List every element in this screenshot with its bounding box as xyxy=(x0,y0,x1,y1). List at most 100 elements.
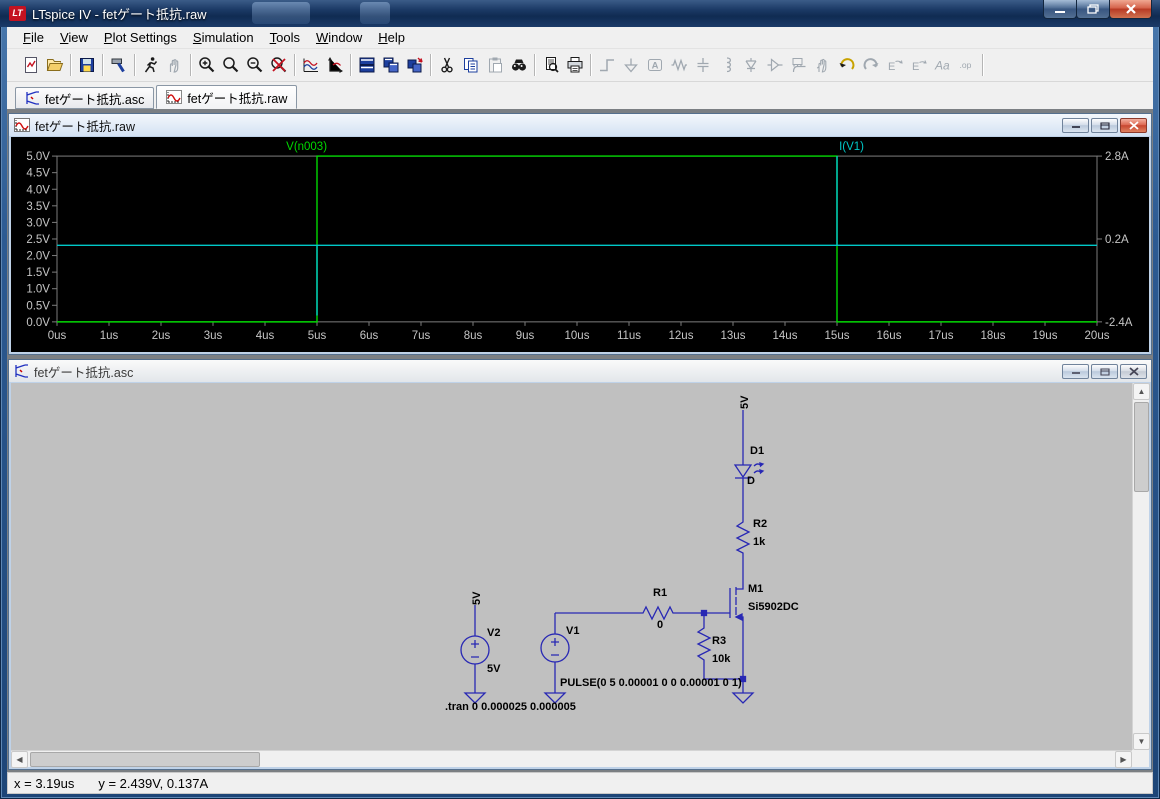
y-left-tick-label: 2.0V xyxy=(26,251,50,263)
text-icon: Aa xyxy=(931,53,955,77)
rail-5v-label[interactable]: 5V xyxy=(739,396,751,409)
waveform-plot-area[interactable]: 0us1us2us3us4us5us6us7us8us9us10us11us12… xyxy=(11,137,1149,352)
sch-restore-button[interactable] xyxy=(1091,364,1118,379)
open-icon[interactable] xyxy=(43,53,67,77)
tran-directive[interactable]: .tran 0 0.000025 0.000005 xyxy=(445,701,576,713)
halt-icon xyxy=(163,53,187,77)
r3-name-label[interactable]: R3 xyxy=(712,635,726,647)
status-bar: x = 3.19us y = 2.439V, 0.137A xyxy=(7,772,1153,794)
r2-name-label[interactable]: R2 xyxy=(753,518,767,530)
tab-schematic[interactable]: fetゲート抵抗.asc xyxy=(15,87,154,109)
x-tick-label: 0us xyxy=(48,330,67,342)
zoom-extents-icon[interactable] xyxy=(219,53,243,77)
d1-name-label[interactable]: D1 xyxy=(750,445,764,457)
vertical-scrollbar[interactable]: ▲ ▼ xyxy=(1132,383,1149,750)
menu-window[interactable]: Window xyxy=(308,28,370,47)
minimize-button[interactable] xyxy=(1043,0,1077,19)
zoom-in-icon[interactable] xyxy=(195,53,219,77)
close-button[interactable] xyxy=(1109,0,1152,19)
waveform-plot[interactable]: 0us1us2us3us4us5us6us7us8us9us10us11us12… xyxy=(11,137,1149,352)
v2-name-label[interactable]: V2 xyxy=(487,627,500,639)
menu-plot-settings[interactable]: Plot Settings xyxy=(96,28,185,47)
print-icon[interactable] xyxy=(563,53,587,77)
control-panel-icon[interactable] xyxy=(107,53,131,77)
run-icon[interactable] xyxy=(139,53,163,77)
horizontal-scrollbar[interactable]: ◀ ▶ xyxy=(11,750,1132,767)
y-left-tick-label: 5.0V xyxy=(26,151,50,163)
v1-name-label[interactable]: V1 xyxy=(566,625,579,637)
waveform-window-title: fetゲート抵抗.raw xyxy=(35,116,135,135)
x-tick-label: 1us xyxy=(100,330,119,342)
sch-minimize-button[interactable] xyxy=(1062,364,1089,379)
tab-waveform[interactable]: fetゲート抵抗.raw xyxy=(156,85,297,109)
wave-restore-button[interactable] xyxy=(1091,118,1118,133)
y-left-tick-label: 4.5V xyxy=(26,168,50,180)
schematic-window-titlebar[interactable]: fetゲート抵抗.asc xyxy=(9,360,1151,382)
trace-name-label[interactable]: I(V1) xyxy=(839,141,864,153)
schematic-canvas[interactable]: 5V D1 D R2 1k M1 Si5902DC R1 0 R3 10k V1… xyxy=(11,383,1132,750)
scroll-right-icon[interactable]: ▶ xyxy=(1115,751,1132,768)
schematic-drawing[interactable] xyxy=(11,383,1132,750)
toolbar-separator xyxy=(190,54,192,76)
horizontal-scroll-thumb[interactable] xyxy=(30,752,260,767)
svg-text:Aa: Aa xyxy=(934,59,950,73)
r2-value-label[interactable]: 1k xyxy=(753,536,765,548)
title-bar[interactable]: LT LTspice IV - fetゲート抵抗.raw xyxy=(0,0,1160,27)
waveform-window: fetゲート抵抗.raw 0us1us2us3us4us5us6us7us8us… xyxy=(8,113,1152,355)
menu-simulation[interactable]: Simulation xyxy=(185,28,262,47)
menu-tools[interactable]: Tools xyxy=(262,28,308,47)
x-tick-label: 9us xyxy=(516,330,535,342)
copy-icon[interactable] xyxy=(459,53,483,77)
sch-close-button[interactable] xyxy=(1120,364,1147,379)
waveform-file-icon xyxy=(14,118,30,132)
x-tick-label: 18us xyxy=(981,330,1006,342)
ground-icon xyxy=(619,53,643,77)
scroll-up-icon[interactable]: ▲ xyxy=(1133,383,1150,400)
r3-value-label[interactable]: 10k xyxy=(712,653,730,665)
move-icon xyxy=(811,53,835,77)
wave-close-button[interactable] xyxy=(1120,118,1147,133)
toolbar-separator xyxy=(294,54,296,76)
trace-name-label[interactable]: V(n003) xyxy=(286,141,327,153)
scroll-down-icon[interactable]: ▼ xyxy=(1133,733,1150,750)
print-preview-icon[interactable] xyxy=(539,53,563,77)
x-tick-label: 6us xyxy=(360,330,379,342)
waveform-window-titlebar[interactable]: fetゲート抵抗.raw xyxy=(9,114,1151,136)
cursor-x-readout: x = 3.19us xyxy=(14,776,74,791)
v1-pulse-directive[interactable]: PULSE(0 5 0.00001 0 0 0.00001 0 1) xyxy=(560,677,742,689)
m1-name-label[interactable]: M1 xyxy=(748,583,763,595)
m1-model-label[interactable]: Si5902DC xyxy=(748,601,799,613)
wave-minimize-button[interactable] xyxy=(1062,118,1089,133)
scroll-left-icon[interactable]: ◀ xyxy=(11,751,28,768)
cut-icon[interactable] xyxy=(435,53,459,77)
r1-name-label[interactable]: R1 xyxy=(653,587,667,599)
zoom-out-icon[interactable] xyxy=(243,53,267,77)
v2-value-label[interactable]: 5V xyxy=(487,663,500,675)
bjt-icon xyxy=(763,53,787,77)
ltspice-logo-icon: LT xyxy=(9,6,26,21)
autorange-wave-icon[interactable] xyxy=(299,53,323,77)
restore-button[interactable] xyxy=(1076,0,1110,19)
d1-model-label[interactable]: D xyxy=(747,475,755,487)
tab-label: fetゲート抵抗.asc xyxy=(45,89,144,108)
undo-icon[interactable] xyxy=(835,53,859,77)
toolbar-separator xyxy=(982,54,984,76)
y-right-tick-label: 0.2A xyxy=(1105,234,1129,246)
menu-help[interactable]: Help xyxy=(370,28,413,47)
r1-value-label[interactable]: 0 xyxy=(657,619,663,631)
tile-vertical-icon[interactable] xyxy=(379,53,403,77)
menu-bar: File View Plot Settings Simulation Tools… xyxy=(7,27,1153,49)
pan-axes-icon[interactable] xyxy=(323,53,347,77)
menu-file[interactable]: File xyxy=(15,28,52,47)
v2-rail-label[interactable]: 5V xyxy=(471,592,483,605)
vertical-scroll-thumb[interactable] xyxy=(1134,402,1149,492)
tile-horizontal-icon[interactable] xyxy=(355,53,379,77)
new-schematic-icon[interactable] xyxy=(19,53,43,77)
menu-view[interactable]: View xyxy=(52,28,96,47)
zoom-autorange-icon[interactable] xyxy=(267,53,291,77)
cascade-icon[interactable] xyxy=(403,53,427,77)
glass-reflection xyxy=(360,2,390,24)
find-icon[interactable] xyxy=(507,53,531,77)
x-tick-label: 15us xyxy=(825,330,850,342)
save-icon[interactable] xyxy=(75,53,99,77)
